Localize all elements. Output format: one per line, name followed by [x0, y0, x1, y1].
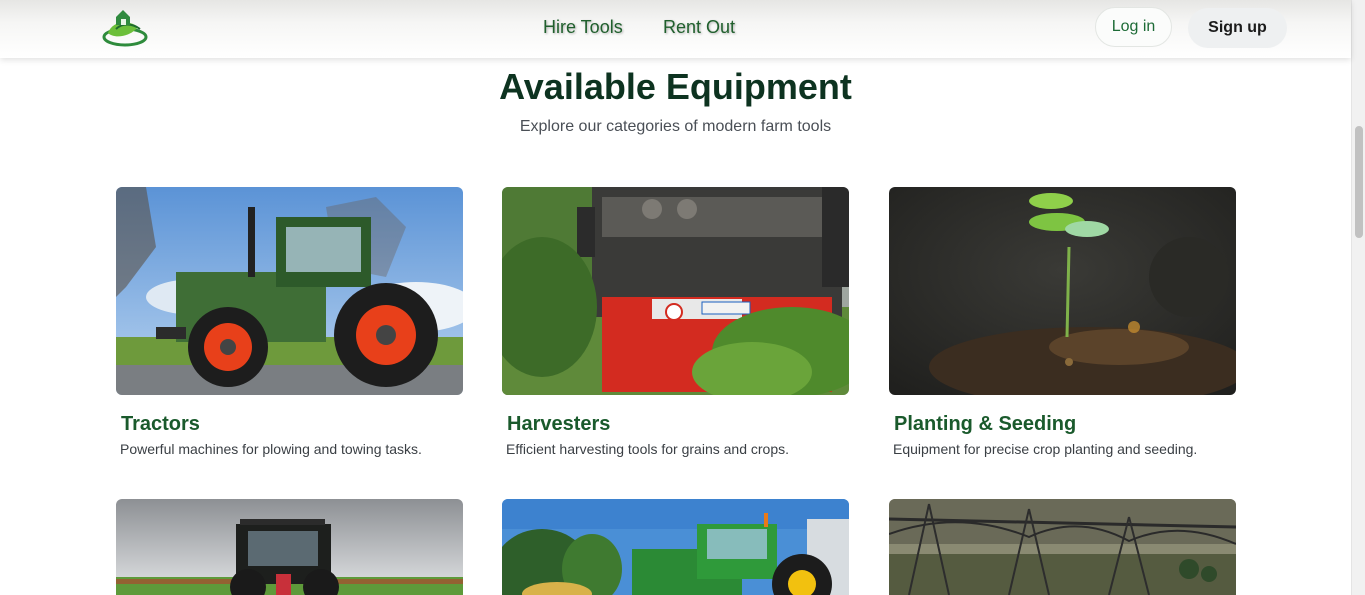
harvester-image[interactable] [502, 187, 849, 395]
category-card[interactable] [502, 499, 849, 595]
card-title: Tractors [121, 413, 200, 435]
page-scrollbar[interactable] [1351, 0, 1365, 595]
card-description: Efficient harvesting tools for grains an… [506, 441, 790, 457]
card-title: Planting & Seeding [894, 413, 1077, 435]
irrigation-image[interactable] [889, 499, 1236, 595]
card-title: Harvesters [507, 413, 611, 435]
top-navbar: Hire Tools Rent Out Log in Sign up [0, 0, 1351, 58]
category-card[interactable] [116, 499, 463, 595]
nav-link-rent-out[interactable]: Rent Out [663, 17, 735, 38]
login-button[interactable]: Log in [1095, 7, 1172, 47]
category-card-tractors[interactable]: Tractors Powerful machines for plowing a… [116, 187, 463, 457]
category-card[interactable] [889, 499, 1236, 595]
tractor-image[interactable] [116, 187, 463, 395]
section-subtitle: Explore our categories of modern farm to… [519, 118, 832, 135]
card-description: Powerful machines for plowing and towing… [120, 441, 422, 457]
green-tractor-image[interactable] [502, 499, 849, 595]
category-card-harvesters[interactable]: Harvesters Efficient harvesting tools fo… [502, 187, 849, 457]
section-title: Available Equipment [499, 66, 852, 107]
category-card-planting-seeding[interactable]: Planting & Seeding Equipment for precise… [889, 187, 1236, 457]
signup-button[interactable]: Sign up [1188, 8, 1287, 48]
card-description: Equipment for precise crop planting and … [893, 441, 1198, 457]
nav-link-hire-tools[interactable]: Hire Tools [543, 17, 623, 38]
tractor-field-image[interactable] [116, 499, 463, 595]
seedling-image[interactable] [889, 187, 1236, 395]
farm-logo-icon[interactable] [102, 7, 148, 47]
scrollbar-thumb[interactable] [1355, 126, 1363, 238]
